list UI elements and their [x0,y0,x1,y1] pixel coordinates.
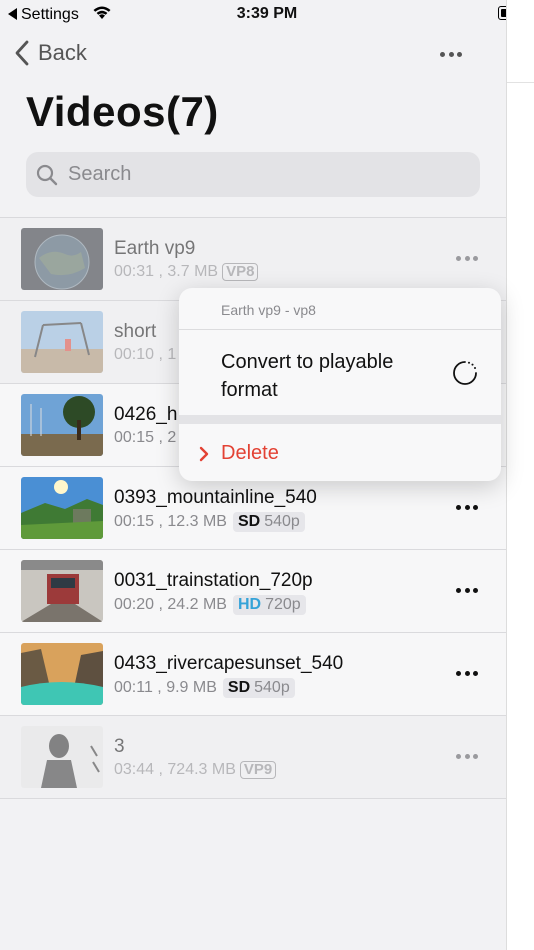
more-icon [456,256,478,261]
video-row[interactable]: 0433_rivercapesunset_540 00:11 , 9.9 MB … [0,633,506,716]
search-icon [36,164,58,185]
video-thumbnail [21,394,103,456]
video-size: 9.9 MB [166,679,217,696]
page-title: Videos(7) [26,88,219,135]
video-size: 724.3 MB [167,761,236,778]
video-title: 0433_rivercapesunset_540 [114,653,344,674]
quality-label: SD [237,513,261,530]
menu-separator [179,415,501,424]
video-duration: 00:11 [114,679,153,696]
quality-badge: SD 540p [232,512,305,532]
row-more-button[interactable] [456,588,478,593]
resolution-label: 540p [254,679,290,696]
status-time: 3:39 PM [236,5,298,22]
video-duration: 00:20 [114,596,155,613]
video-size: 1 [167,346,177,363]
quality-badge: SD 540p [222,678,295,698]
video-meta: 00:10 , 1 [114,346,177,363]
video-thumbnail [21,726,103,788]
video-size: 24.2 MB [167,596,227,613]
video-title: 0426_h [114,404,178,425]
video-meta: 00:20 , 24.2 MB HD 720p [114,595,306,615]
back-label: Back [38,40,87,65]
video-title: Earth vp9 [114,238,196,259]
search-bar[interactable] [26,152,480,197]
video-thumbnail [21,643,103,705]
convert-label: Convert to playable format [221,351,394,401]
more-icon [440,51,462,57]
context-menu: Earth vp9 - vp8 Convert to playable form… [179,288,501,481]
video-duration: 03:44 [114,761,155,778]
back-chevron-icon [15,40,29,66]
video-size: 12.3 MB [167,513,227,530]
video-duration: 00:15 [114,429,155,446]
more-icon [456,588,478,593]
more-options-button[interactable] [440,44,470,64]
video-meta: 00:11 , 9.9 MB SD 540p [114,678,295,698]
delete-label: Delete [221,442,279,464]
quality-label: SD [227,679,251,696]
context-menu-title: Earth vp9 - vp8 [221,302,316,318]
more-icon [456,754,478,759]
status-bar: Settings 3:39 PM [0,0,534,30]
video-meta: 00:15 , 2 [114,429,177,446]
quality-label: HD [237,596,262,613]
video-title: 3 [114,736,125,757]
row-more-button[interactable] [456,505,478,510]
video-title: 0393_mountainline_540 [114,487,317,508]
more-icon [456,671,478,676]
search-input[interactable] [66,162,450,187]
spinner-icon [453,361,477,385]
video-row[interactable]: 0031_trainstation_720p 00:20 , 24.2 MB H… [0,550,506,633]
video-duration: 00:10 [114,346,155,363]
resolution-label: 540p [264,513,300,530]
secondary-panel-divider [507,82,534,83]
video-size: 2 [167,429,177,446]
video-thumbnail [21,560,103,622]
row-more-button[interactable] [456,754,478,759]
video-thumbnail [21,228,103,290]
delete-menu-item[interactable]: Delete [179,425,501,481]
secondary-panel [506,0,534,950]
back-button[interactable]: Back [15,40,87,66]
video-meta: 00:31 , 3.7 MB VP8 [114,263,259,281]
codec-badge: VP8 [222,263,259,281]
row-more-button[interactable] [456,256,478,261]
video-thumbnail [21,477,103,539]
video-duration: 00:31 [114,263,155,280]
convert-menu-item[interactable]: Convert to playable format [179,330,501,414]
video-duration: 00:15 [114,513,155,530]
video-size: 3.7 MB [167,263,219,280]
resolution-label: 720p [265,596,301,613]
context-menu-header: Earth vp9 - vp8 [179,288,501,330]
video-title: 0031_trainstation_720p [114,570,313,591]
quality-badge: HD 720p [232,595,306,615]
row-more-button[interactable] [456,671,478,676]
video-thumbnail [21,311,103,373]
more-icon [456,505,478,510]
video-meta: 00:15 , 12.3 MB SD 540p [114,512,305,532]
chevron-right-icon [199,446,209,462]
codec-badge: VP9 [239,761,277,779]
video-title: short [114,321,157,342]
video-row[interactable]: 3 03:44 , 724.3 MB VP9 [0,716,506,799]
video-meta: 03:44 , 724.3 MB VP9 [114,761,277,779]
